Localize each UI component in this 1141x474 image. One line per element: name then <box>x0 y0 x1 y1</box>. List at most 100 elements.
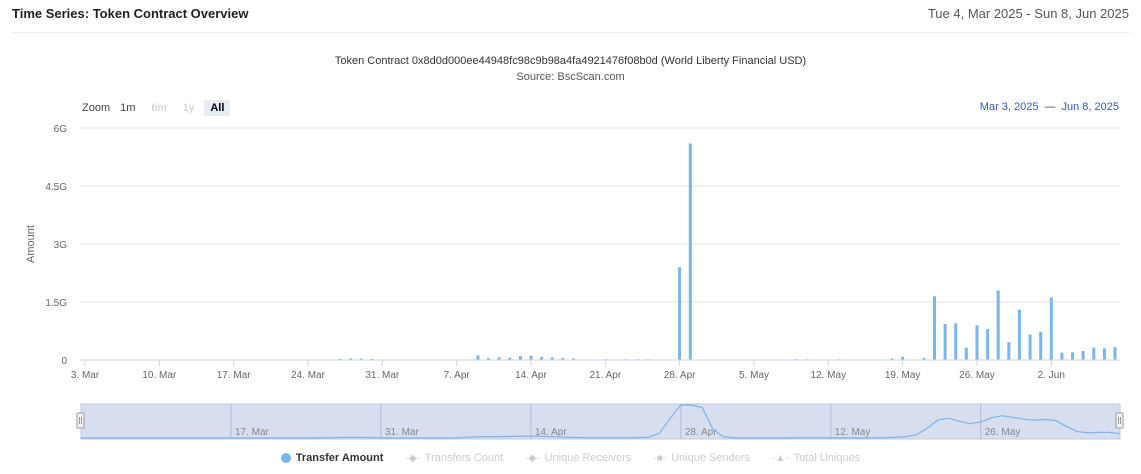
bar <box>338 358 342 360</box>
y-tick-label: 3G <box>54 240 68 251</box>
x-tick-label: 2. Jun <box>1038 370 1065 381</box>
navigator-mask <box>80 403 1121 440</box>
navigator: 17. Mar 31. Mar 14. Apr 28. Apr 12. May 26. M… <box>76 403 1124 440</box>
bar <box>922 358 926 360</box>
legend-item-total-uniques[interactable]: -▲- Total Uniques <box>772 452 860 464</box>
x-tick-label: 12. May <box>811 370 847 381</box>
bar <box>1081 351 1085 360</box>
legend-label: Transfers Count <box>424 452 504 464</box>
y-tick-label: 4.5G <box>45 182 67 193</box>
navigator-label: 12. May <box>835 427 871 438</box>
legend-item-transfer-amount[interactable]: Transfer Amount <box>280 452 384 464</box>
legend-label: Unique Senders <box>671 452 750 464</box>
x-tick-label: 31. Mar <box>365 370 400 381</box>
range-selector: Mar 3, 2025 — Jun 8, 2025 <box>980 101 1119 113</box>
legend-item-transfers-count[interactable]: -◆- Transfers Count <box>405 452 503 464</box>
bar <box>996 290 1000 360</box>
bar <box>540 356 544 360</box>
y-tick-label: 6G <box>54 124 68 135</box>
triangle-icon: -▲- <box>772 452 789 464</box>
x-tick-label: 14. Apr <box>515 370 547 381</box>
x-tick-label: 24. Mar <box>291 370 326 381</box>
circle-icon <box>280 453 291 463</box>
bar <box>678 267 682 360</box>
page-title: Time Series: Token Contract Overview <box>12 6 249 21</box>
y-tick-label: 1.5G <box>45 298 67 309</box>
bar <box>603 359 607 360</box>
bar <box>646 359 650 360</box>
navigator-label: 14. Apr <box>535 427 567 438</box>
bar <box>370 359 374 360</box>
x-tick-label: 17. Mar <box>217 370 252 381</box>
bar <box>625 359 628 360</box>
legend-item-unique-receivers[interactable]: -◆- Unique Receivers <box>525 452 631 464</box>
bar <box>890 358 894 360</box>
bar <box>1028 334 1032 360</box>
chart-title: Token Contract 0x8d0d000ee44948fc98c9b98… <box>334 55 807 67</box>
zoom-1y-button[interactable]: 1y <box>177 100 201 116</box>
bar <box>933 296 936 360</box>
navigator-left-handle[interactable] <box>76 412 85 429</box>
chart-subtitle: Source: BscScan.com <box>516 71 625 83</box>
bar <box>1060 352 1064 360</box>
zoom-6m-button[interactable]: 6m <box>145 100 172 116</box>
bar <box>476 355 480 360</box>
legend-label: Unique Receivers <box>544 452 632 464</box>
zoom-1m-button[interactable]: 1m <box>114 100 141 116</box>
header-divider <box>12 32 1129 33</box>
diamond-icon: -◆- <box>405 452 420 464</box>
bar <box>688 143 692 360</box>
legend-item-unique-senders[interactable]: -■- Unique Senders <box>653 452 750 464</box>
bar <box>508 357 512 360</box>
bar <box>349 358 352 360</box>
bar <box>1102 348 1106 360</box>
date-range: Tue 4, Mar 2025 - Sun 8, Jun 2025 <box>927 6 1129 21</box>
range-to-input[interactable]: Jun 8, 2025 <box>1062 101 1120 113</box>
x-tick-label: 7. Apr <box>444 370 471 381</box>
range-from-input[interactable]: Mar 3, 2025 <box>980 101 1039 113</box>
y-tick-label: 0 <box>61 356 67 367</box>
bar <box>518 356 522 360</box>
x-tick-label: 19. May <box>885 370 921 381</box>
bar <box>986 329 990 360</box>
bar <box>1092 347 1096 360</box>
navigator-right-handle[interactable] <box>1115 412 1124 429</box>
navigator-series-line <box>81 404 1121 439</box>
zoom-all-button[interactable]: All <box>204 100 231 116</box>
legend-label: Transfer Amount <box>295 452 384 464</box>
bar <box>794 359 798 360</box>
navigator-label: 28. Apr <box>685 427 717 438</box>
navigator-label: 31. Mar <box>385 427 420 438</box>
bar <box>359 358 363 360</box>
y-axis-label: Amount <box>25 225 37 263</box>
x-tick-label: 21. Apr <box>589 370 621 381</box>
legend: Transfer Amount -◆- Transfers Count -◆- … <box>0 452 1141 464</box>
y-axis-ticks: 0 1.5G 3G 4.5G 6G <box>45 124 67 367</box>
bar <box>1039 331 1043 360</box>
bar <box>635 359 639 360</box>
bar <box>1007 342 1011 360</box>
x-axis-ticks: 3. Mar 10. Mar 17. Mar 24. Mar 31. Mar 7. Apr… <box>71 360 1065 381</box>
bar <box>1113 347 1117 360</box>
bar <box>954 323 958 360</box>
bar <box>497 357 501 360</box>
diamond-icon: -◆- <box>525 452 540 464</box>
x-tick-label: 28. Apr <box>664 370 696 381</box>
zoom-label: Zoom <box>82 102 111 114</box>
x-tick-label: 10. Mar <box>142 370 177 381</box>
bar <box>1071 352 1074 360</box>
x-tick-label: 26. May <box>959 370 995 381</box>
bar <box>943 324 947 360</box>
bar <box>561 358 565 360</box>
bar <box>1049 297 1053 360</box>
zoom-control: Zoom 1m 6m 1y All <box>82 100 231 116</box>
bar <box>837 359 841 360</box>
square-icon: -■- <box>653 452 667 464</box>
x-tick-label: 3. Mar <box>71 370 100 381</box>
navigator-label: 17. Mar <box>235 427 270 438</box>
legend-label: Total Uniques <box>793 452 861 464</box>
x-tick-label: 5. May <box>739 370 769 381</box>
bar <box>487 358 490 360</box>
bar <box>1017 309 1021 360</box>
bar <box>901 356 905 360</box>
